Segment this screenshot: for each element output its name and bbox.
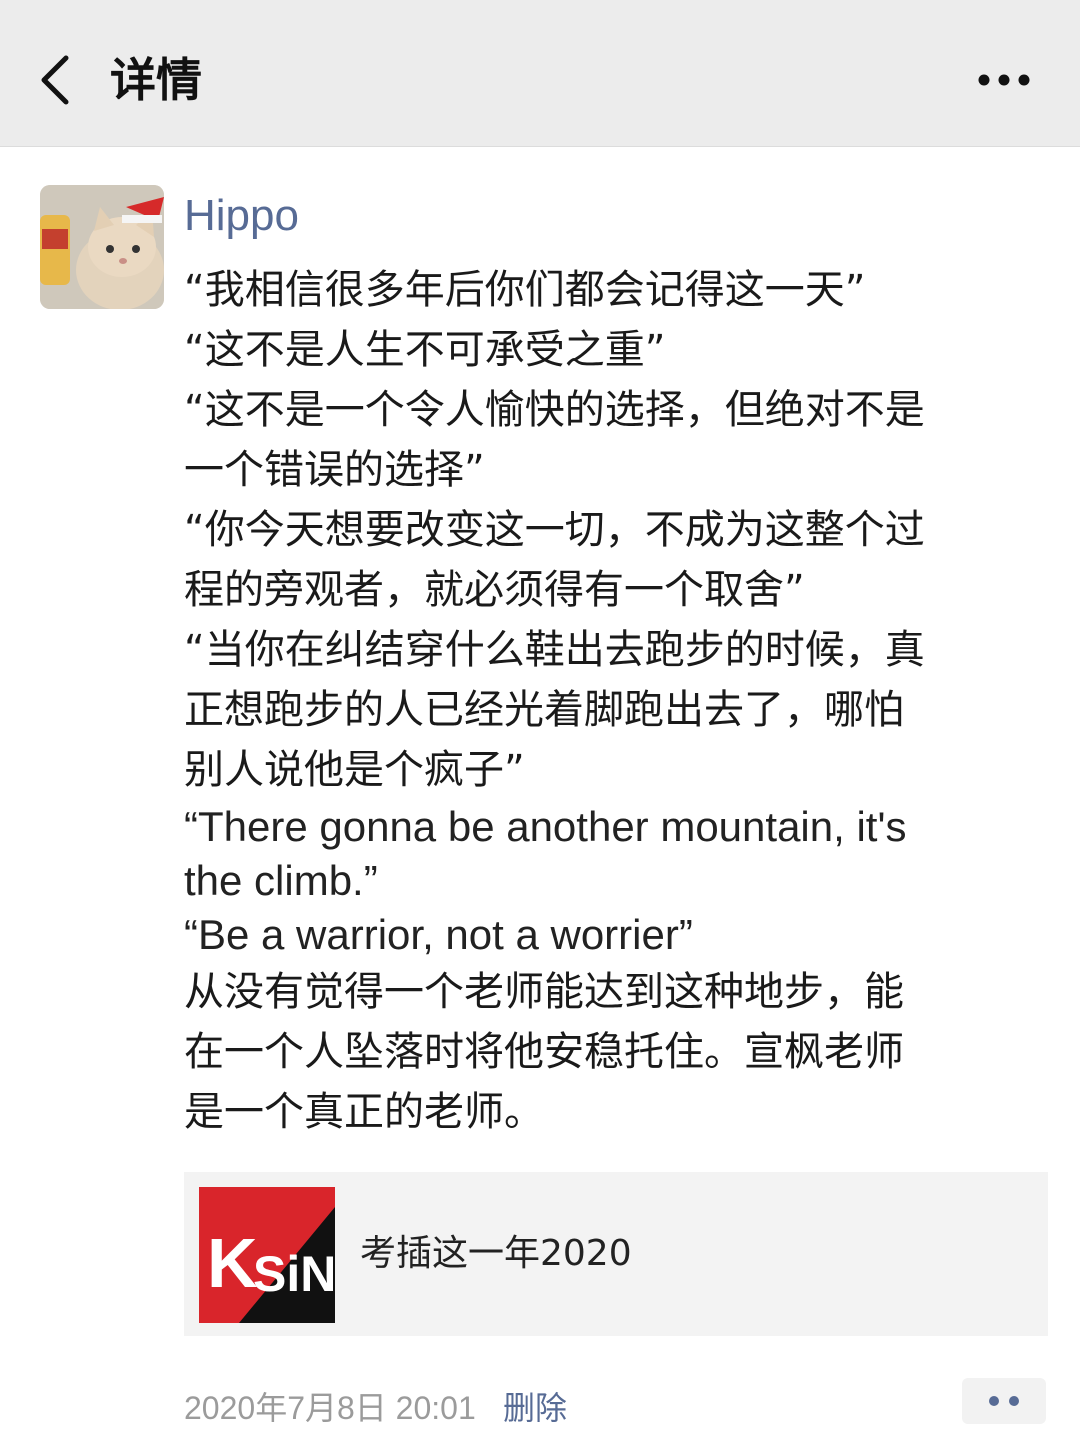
post-line: “你今天想要改变这一切，不成为这整个过 (184, 507, 925, 553)
more-button[interactable] (972, 60, 1036, 100)
post-line: 程的旁观者，就必须得有一个取舍” (184, 567, 805, 613)
nav-bar: 详情 (0, 0, 1080, 147)
post-line: “当你在纠结穿什么鞋出去跑步的时候，真 (184, 627, 925, 673)
comment-button[interactable] (962, 1378, 1046, 1424)
post-line: “Be a warrior, not a worrier” (184, 911, 693, 958)
post-line: 别人说他是个疯子” (184, 747, 525, 793)
post-timestamp: 2020年7月8日 20:01 (184, 1390, 476, 1426)
post-line: 在一个人坠落时将他安稳托住。宣枫老师 (184, 1029, 904, 1075)
avatar[interactable] (40, 185, 164, 309)
post-line: the climb.” (184, 857, 378, 904)
post-line: 正想跑步的人已经光着脚跑出去了，哪怕 (184, 687, 904, 733)
post-line: “这不是一个令人愉快的选择，但绝对不是 (184, 387, 925, 433)
svg-text:K: K (207, 1224, 258, 1302)
cat-avatar (40, 185, 164, 309)
username-link[interactable]: Hippo (184, 185, 299, 247)
post-line: “这不是人生不可承受之重” (184, 327, 666, 373)
post-line: 是一个真正的老师。 (184, 1089, 544, 1135)
ksing-logo: K SiNG (199, 1187, 335, 1323)
page-title: 详情 (110, 53, 202, 107)
delete-button[interactable]: 删除 (503, 1383, 567, 1433)
post-line: “There gonna be another mountain, it's (184, 803, 907, 850)
post-text: “我相信很多年后你们都会记得这一天” “这不是人生不可承受之重” “这不是一个令… (184, 260, 1044, 1142)
more-horizontal-icon (978, 74, 1030, 86)
back-button[interactable] (32, 50, 82, 110)
shared-link-card[interactable]: K SiNG 考插这一年2020 (184, 1172, 1048, 1336)
chevron-left-icon (41, 55, 69, 105)
shared-link-title: 考插这一年2020 (360, 1233, 632, 1274)
svg-text:SiNG: SiNG (253, 1246, 335, 1302)
post-line: “我相信很多年后你们都会记得这一天” (184, 267, 866, 313)
post-line: 从没有觉得一个老师能达到这种地步，能 (184, 969, 904, 1015)
post-line: 一个错误的选择” (184, 447, 485, 493)
